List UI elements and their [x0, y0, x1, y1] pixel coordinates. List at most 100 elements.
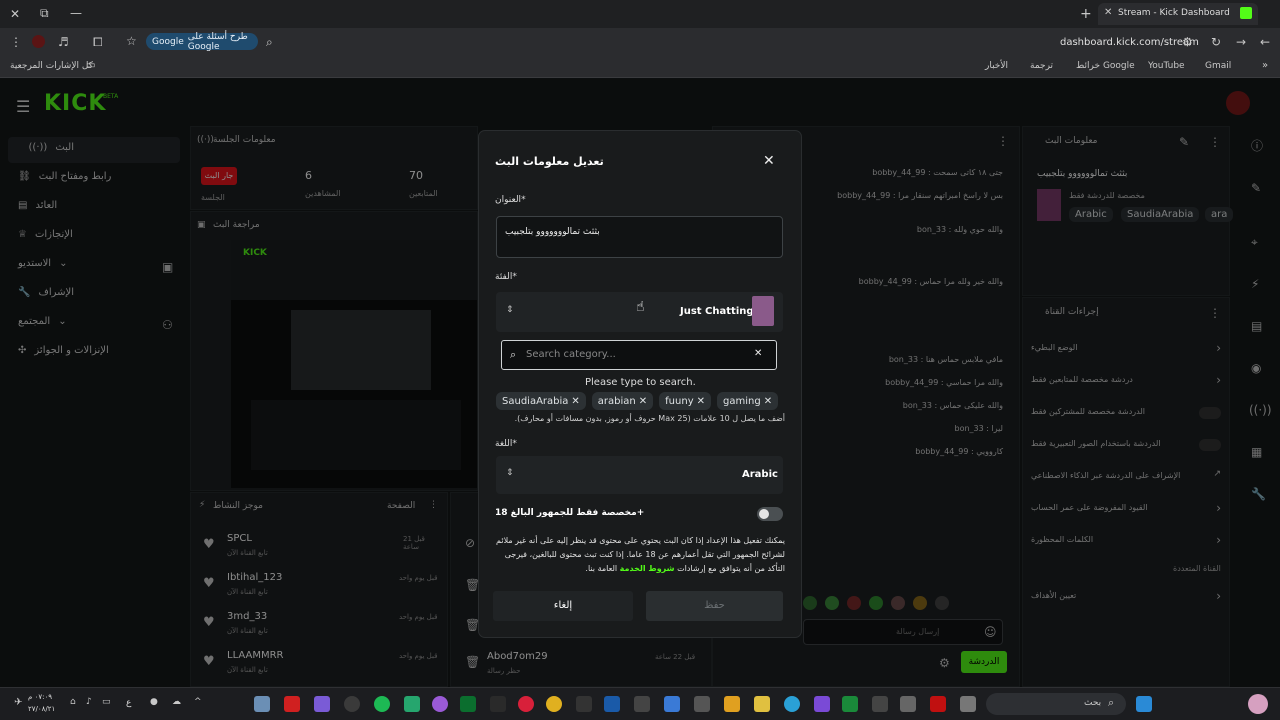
back-icon[interactable]: ←: [1260, 36, 1270, 48]
chat-input[interactable]: إرسال رسالة ☺: [803, 619, 1003, 645]
menu-dots-icon[interactable]: ⋮: [10, 36, 22, 48]
xbox-icon[interactable]: [460, 696, 476, 712]
bookmark-news[interactable]: الأخبار: [985, 61, 1008, 71]
nav-item-drops[interactable]: الإنزالات و الجوائز ✣: [18, 345, 148, 356]
url-text[interactable]: dashboard.kick.com/stream: [1060, 37, 1199, 48]
file-explorer-icon[interactable]: [754, 696, 770, 712]
channel-action-item[interactable]: دردشة مخصصة للمتابعين فقط ›: [1031, 372, 1221, 392]
bolt-icon[interactable]: ⚡: [1251, 278, 1259, 290]
chrome-icon[interactable]: [546, 696, 562, 712]
youtube-app-icon[interactable]: [284, 696, 300, 712]
bookmark-maps[interactable]: خرائط Google: [1076, 61, 1135, 71]
forward-icon[interactable]: →: [1236, 36, 1246, 48]
app-icon[interactable]: [576, 696, 592, 712]
app-icon[interactable]: [724, 696, 740, 712]
all-bookmarks[interactable]: كل الإشارات المرجعية: [10, 61, 93, 71]
bookmarks-more-icon[interactable]: »: [1262, 61, 1268, 71]
app-icon[interactable]: [404, 696, 420, 712]
clock-time[interactable]: ٠٧:٠٩ م: [28, 693, 52, 701]
taskbar-search[interactable]: بحث ⌕: [986, 693, 1126, 715]
user-avatar[interactable]: [1226, 91, 1250, 115]
emote-icon[interactable]: [825, 596, 839, 610]
nav-item-stream[interactable]: البث ((·)): [18, 142, 74, 153]
channel-action-item[interactable]: الوضع البطيء ›: [1031, 340, 1221, 360]
emote-icon[interactable]: [847, 596, 861, 610]
emote-icon[interactable]: [869, 596, 883, 610]
windows-start-icon[interactable]: [1136, 696, 1152, 712]
nav-item-moderation[interactable]: الإشراف 🔧: [18, 287, 138, 298]
lens-icon[interactable]: ⌕: [266, 36, 273, 48]
channel-action-item[interactable]: الدردشة باستخدام الصور التعبيرية فقط: [1031, 436, 1221, 456]
mature-toggle[interactable]: [757, 507, 783, 521]
layout-icon[interactable]: ▦: [1251, 446, 1262, 458]
profile-icon[interactable]: [32, 35, 45, 48]
remove-tag-icon[interactable]: ✕: [697, 396, 705, 407]
app-icon[interactable]: [694, 696, 710, 712]
activity-filter[interactable]: الصفحة: [387, 501, 415, 511]
remove-tag-icon[interactable]: ✕: [764, 396, 772, 407]
channel-action-item[interactable]: الدردشة مخصصة للمشتركين فقط: [1031, 404, 1221, 424]
mic-icon[interactable]: ●: [150, 698, 158, 707]
cloud-icon[interactable]: ☁: [172, 698, 181, 707]
channel-action-item[interactable]: القيود المفروضة على عمر الحساب ›: [1031, 500, 1221, 520]
hamburger-icon[interactable]: ☰: [16, 97, 30, 116]
stream-title-input[interactable]: بثثث تمالووووووو بتلجبيب: [496, 216, 783, 258]
app-icon[interactable]: [490, 696, 506, 712]
nav-item-achievements[interactable]: الإنجازات ♕: [18, 229, 138, 240]
close-tab-icon[interactable]: ✕: [1104, 8, 1112, 18]
battery-icon[interactable]: ▭: [102, 698, 111, 707]
chat-send-button[interactable]: الدردشة: [961, 651, 1007, 673]
reload-icon[interactable]: ↻: [1211, 36, 1221, 48]
app-icon[interactable]: [900, 696, 916, 712]
app-icon[interactable]: [254, 696, 270, 712]
clear-search-icon[interactable]: ✕: [754, 348, 762, 359]
excel-icon[interactable]: [842, 696, 858, 712]
toggle-switch[interactable]: [1199, 407, 1221, 419]
target-icon[interactable]: ⌖: [1251, 236, 1258, 248]
spotify-icon[interactable]: [374, 696, 390, 712]
nav-item-revenue[interactable]: العائد ▤: [18, 200, 138, 211]
emote-icon[interactable]: [913, 596, 927, 610]
app-icon[interactable]: [314, 696, 330, 712]
more-options-icon[interactable]: ⋮: [1209, 136, 1221, 148]
bookmark-gmail[interactable]: Gmail: [1205, 61, 1231, 71]
extensions-icon[interactable]: ⧠: [93, 36, 103, 48]
minimize-window-icon[interactable]: —: [70, 7, 82, 19]
language-select[interactable]: ⇕ Arabic: [496, 456, 783, 494]
more-options-icon[interactable]: ⋮: [1209, 307, 1221, 319]
more-options-icon[interactable]: ⋮: [429, 501, 438, 510]
settings-gear-icon[interactable]: ⚙: [939, 657, 950, 669]
remove-tag-icon[interactable]: ✕: [639, 396, 647, 407]
channel-action-item[interactable]: تعيين الأهداف ›: [1031, 588, 1221, 608]
toggle-switch[interactable]: [1199, 439, 1221, 451]
stream-preview-video[interactable]: KICK: [231, 240, 477, 488]
media-icon[interactable]: ♬: [58, 36, 69, 48]
emote-icon[interactable]: [891, 596, 905, 610]
pencil-icon[interactable]: ✎: [1251, 182, 1261, 194]
volume-icon[interactable]: ♪: [86, 698, 92, 707]
bookmark-star-icon[interactable]: ☆: [126, 35, 137, 47]
google-ask-chip[interactable]: Google طرح أسئلة على Google: [146, 32, 258, 52]
clock-date[interactable]: ٢٧/٠٨/٢١: [28, 705, 55, 713]
emote-icon[interactable]: [803, 596, 817, 610]
app-icon[interactable]: [518, 696, 534, 712]
signal-icon[interactable]: ((·)): [1249, 404, 1272, 416]
app-icon[interactable]: [814, 696, 830, 712]
app-icon[interactable]: [634, 696, 650, 712]
netflix-icon[interactable]: [930, 696, 946, 712]
terms-link[interactable]: شروط الخدمة: [620, 564, 675, 573]
edge-icon[interactable]: [784, 696, 800, 712]
app-icon[interactable]: [432, 696, 448, 712]
channel-action-item[interactable]: الإشراف على الدردشة عبر الذكاء الاصطناعي…: [1031, 468, 1221, 488]
emoji-icon[interactable]: ☺: [984, 626, 997, 638]
info-icon[interactable]: ⓘ: [1251, 140, 1263, 152]
new-tab-icon[interactable]: +: [1080, 7, 1092, 21]
app-icon[interactable]: [344, 696, 360, 712]
notes-icon[interactable]: ▤: [1251, 320, 1262, 332]
network-icon[interactable]: ⌂: [70, 698, 76, 707]
bookmark-youtube[interactable]: YouTube: [1148, 61, 1185, 71]
bookmark-translate[interactable]: ترجمة: [1030, 61, 1053, 71]
category-search-input[interactable]: ⌕ Search category... ✕: [501, 340, 777, 370]
more-options-icon[interactable]: ⋮: [997, 135, 1009, 147]
language-indicator[interactable]: ع: [126, 698, 131, 708]
